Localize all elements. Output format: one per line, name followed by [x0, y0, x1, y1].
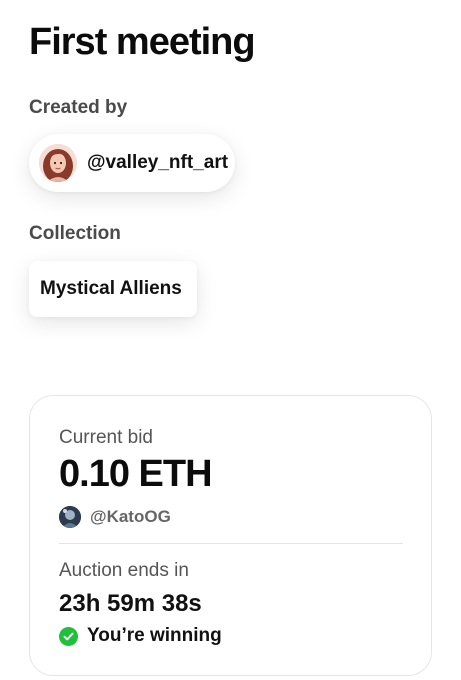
auction-card: Current bid 0.10 ETH @KatoOG Auction end…: [29, 395, 432, 676]
auction-ends-label: Auction ends in: [59, 560, 189, 581]
collection-chip[interactable]: Mystical Alliens: [29, 261, 197, 317]
auction-detail-page: First meeting Created by @valley_nft_art…: [0, 0, 461, 680]
created-by-label: Created by: [29, 97, 128, 118]
countdown-timer: 23h 59m 38s: [59, 590, 202, 617]
collection-label: Collection: [29, 223, 121, 244]
creator-chip[interactable]: @valley_nft_art: [29, 134, 235, 192]
bidder-handle: @KatoOG: [90, 507, 171, 526]
creator-avatar-icon: [39, 144, 77, 182]
status-text: You’re winning: [87, 625, 222, 646]
bidder-avatar-icon: [59, 506, 81, 528]
artwork-title: First meeting: [29, 21, 256, 63]
current-bid-label: Current bid: [59, 427, 153, 448]
collection-name: Mystical Alliens: [40, 278, 182, 299]
winning-status: You’re winning: [59, 625, 222, 647]
creator-avatar: [39, 144, 77, 182]
check-circle-icon: [59, 626, 78, 646]
card-divider: [59, 543, 403, 544]
current-bid-amount: 0.10 ETH: [59, 453, 213, 495]
top-bidder[interactable]: @KatoOG: [59, 506, 171, 528]
creator-handle: @valley_nft_art: [87, 152, 229, 173]
bidder-avatar: [59, 506, 81, 528]
